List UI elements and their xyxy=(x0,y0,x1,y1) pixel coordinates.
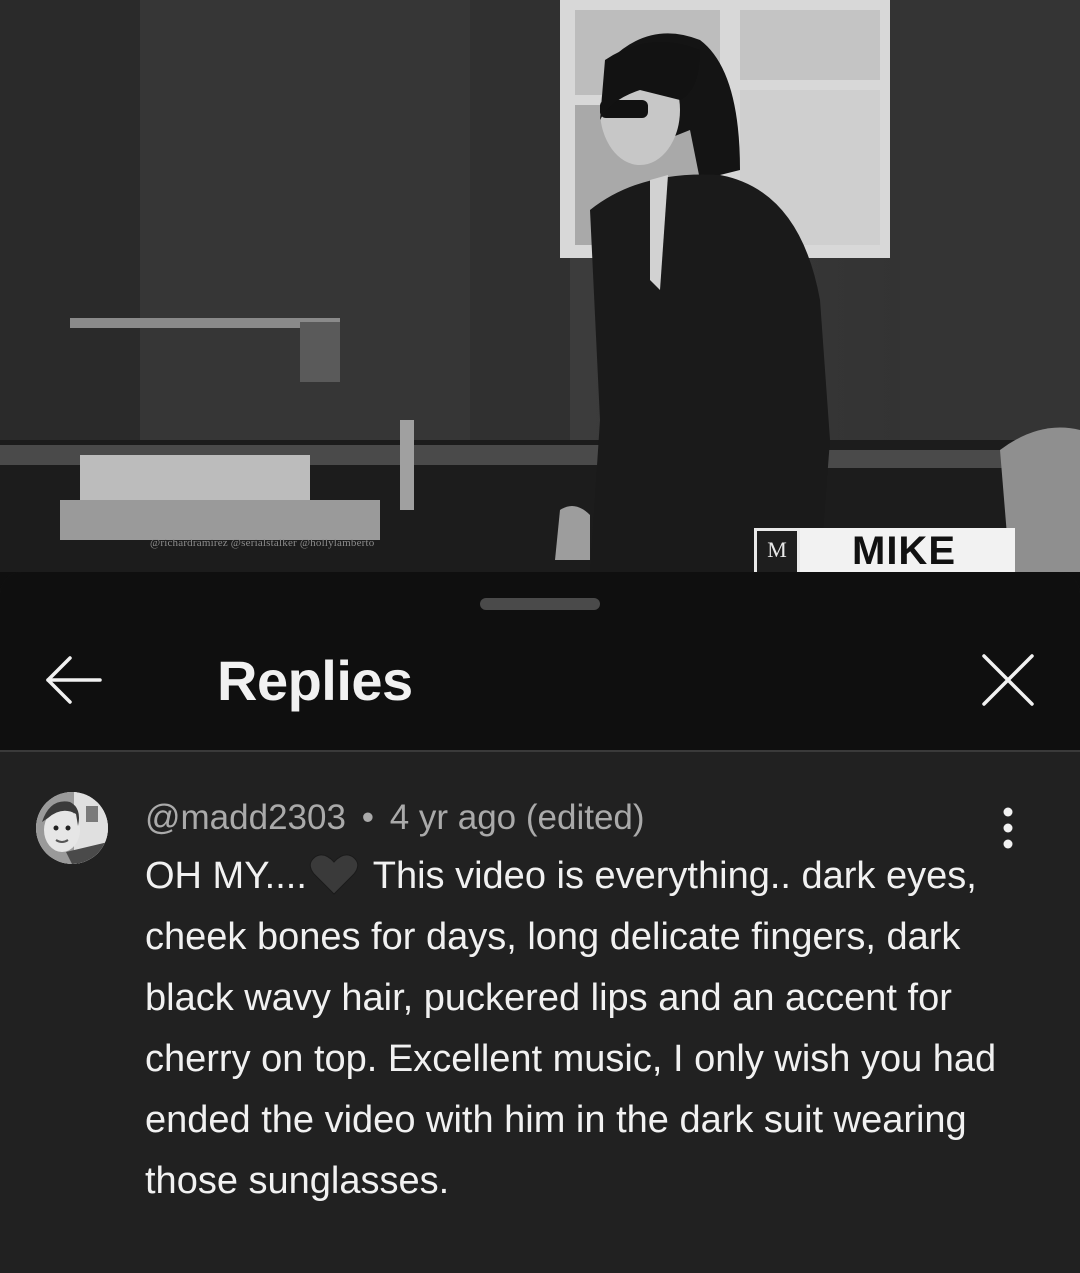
drag-handle[interactable] xyxy=(480,598,600,610)
comment-timestamp: 4 yr ago (edited) xyxy=(389,798,645,837)
sheet-header: Replies xyxy=(0,572,1080,752)
comment-text-start: OH MY.... xyxy=(145,855,307,897)
avatar-image xyxy=(36,792,108,864)
video-watermark: @richardramirez @serialstalker @hollylam… xyxy=(150,537,375,549)
meta-separator: • xyxy=(361,798,374,837)
lower-third-name: MIKE xyxy=(800,528,1015,572)
close-button[interactable] xyxy=(972,648,1044,712)
comment-text-body: This video is everything.. dark eyes, ch… xyxy=(145,855,997,1202)
back-button[interactable] xyxy=(38,650,110,706)
sheet-title: Replies xyxy=(217,649,413,712)
video-player[interactable]: @richardramirez @serialstalker @hollylam… xyxy=(0,0,1080,572)
comment-author[interactable]: @madd2303 xyxy=(145,798,346,837)
comment-text: OH MY.... This video is everything.. dar… xyxy=(145,846,1025,1212)
black-heart-icon xyxy=(309,854,359,895)
comment-meta: @madd2303 • 4 yr ago (edited) xyxy=(145,796,645,840)
replies-sheet: Replies @madd2303 • 4 yr ago (edited) OH… xyxy=(0,572,1080,1273)
close-icon xyxy=(982,654,1034,706)
video-frame xyxy=(0,0,1080,572)
channel-logo: M xyxy=(754,528,800,572)
avatar[interactable] xyxy=(36,792,108,864)
arrow-left-icon xyxy=(46,656,102,704)
news-lower-third: M MIKE xyxy=(740,520,1015,572)
